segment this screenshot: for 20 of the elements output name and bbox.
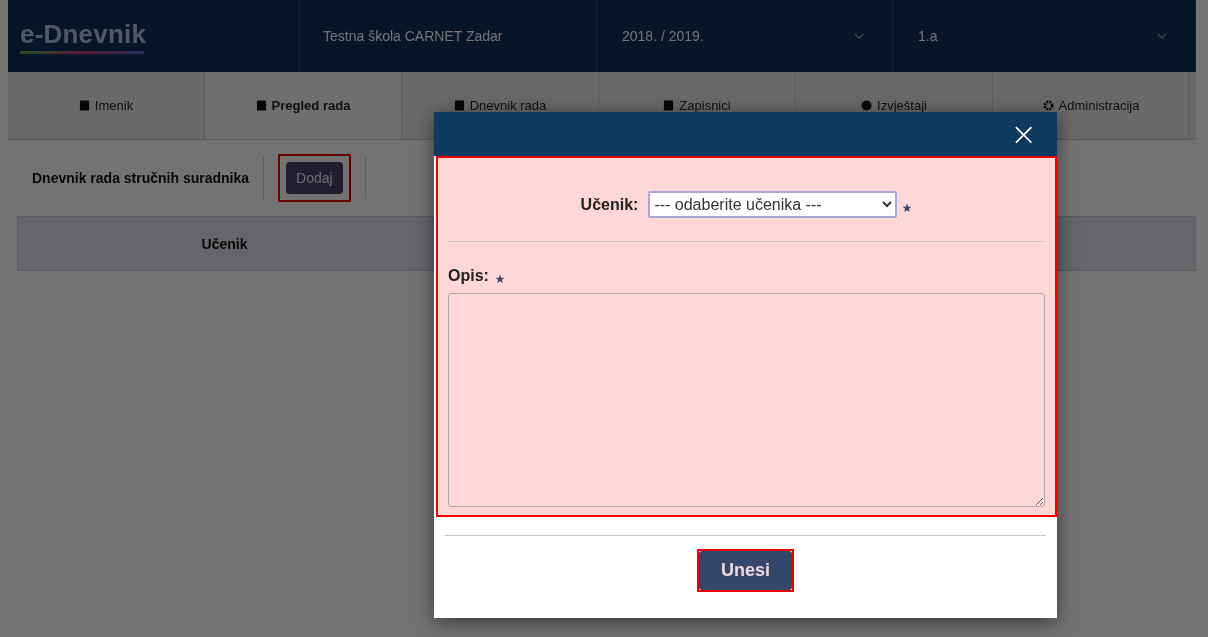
nav-tab[interactable]: Izvještaji xyxy=(861,98,927,113)
add-button[interactable]: Dodaj xyxy=(286,162,343,194)
nav-tab[interactable]: Administracija xyxy=(1042,98,1140,113)
nav-tab[interactable]: Zapisnici xyxy=(663,98,731,113)
field-label: Opis: xyxy=(448,267,489,285)
description-field[interactable] xyxy=(448,293,1045,507)
close-button[interactable]: × xyxy=(1006,118,1041,150)
chevron-icon xyxy=(1157,33,1167,39)
nav-tab[interactable]: Pregled rada xyxy=(255,98,351,113)
student-select[interactable]: --- odaberite učenika --- xyxy=(648,191,898,218)
school-name: Testna škola CARNET Zadar xyxy=(323,28,503,44)
field-label: Učenik: xyxy=(580,195,639,214)
nav-tab[interactable]: Imenik xyxy=(78,98,134,113)
chevron-icon xyxy=(854,33,864,39)
page-title: Dnevnik rada stručnih suradnika xyxy=(32,170,250,186)
logo[interactable]: e-Dnevnik xyxy=(20,18,147,50)
gear-icon xyxy=(1042,100,1054,111)
nav-tab[interactable]: Dnevnik rada xyxy=(453,98,547,113)
submit-button[interactable]: Unesi xyxy=(699,551,792,590)
column-header: Učenik xyxy=(200,235,249,252)
